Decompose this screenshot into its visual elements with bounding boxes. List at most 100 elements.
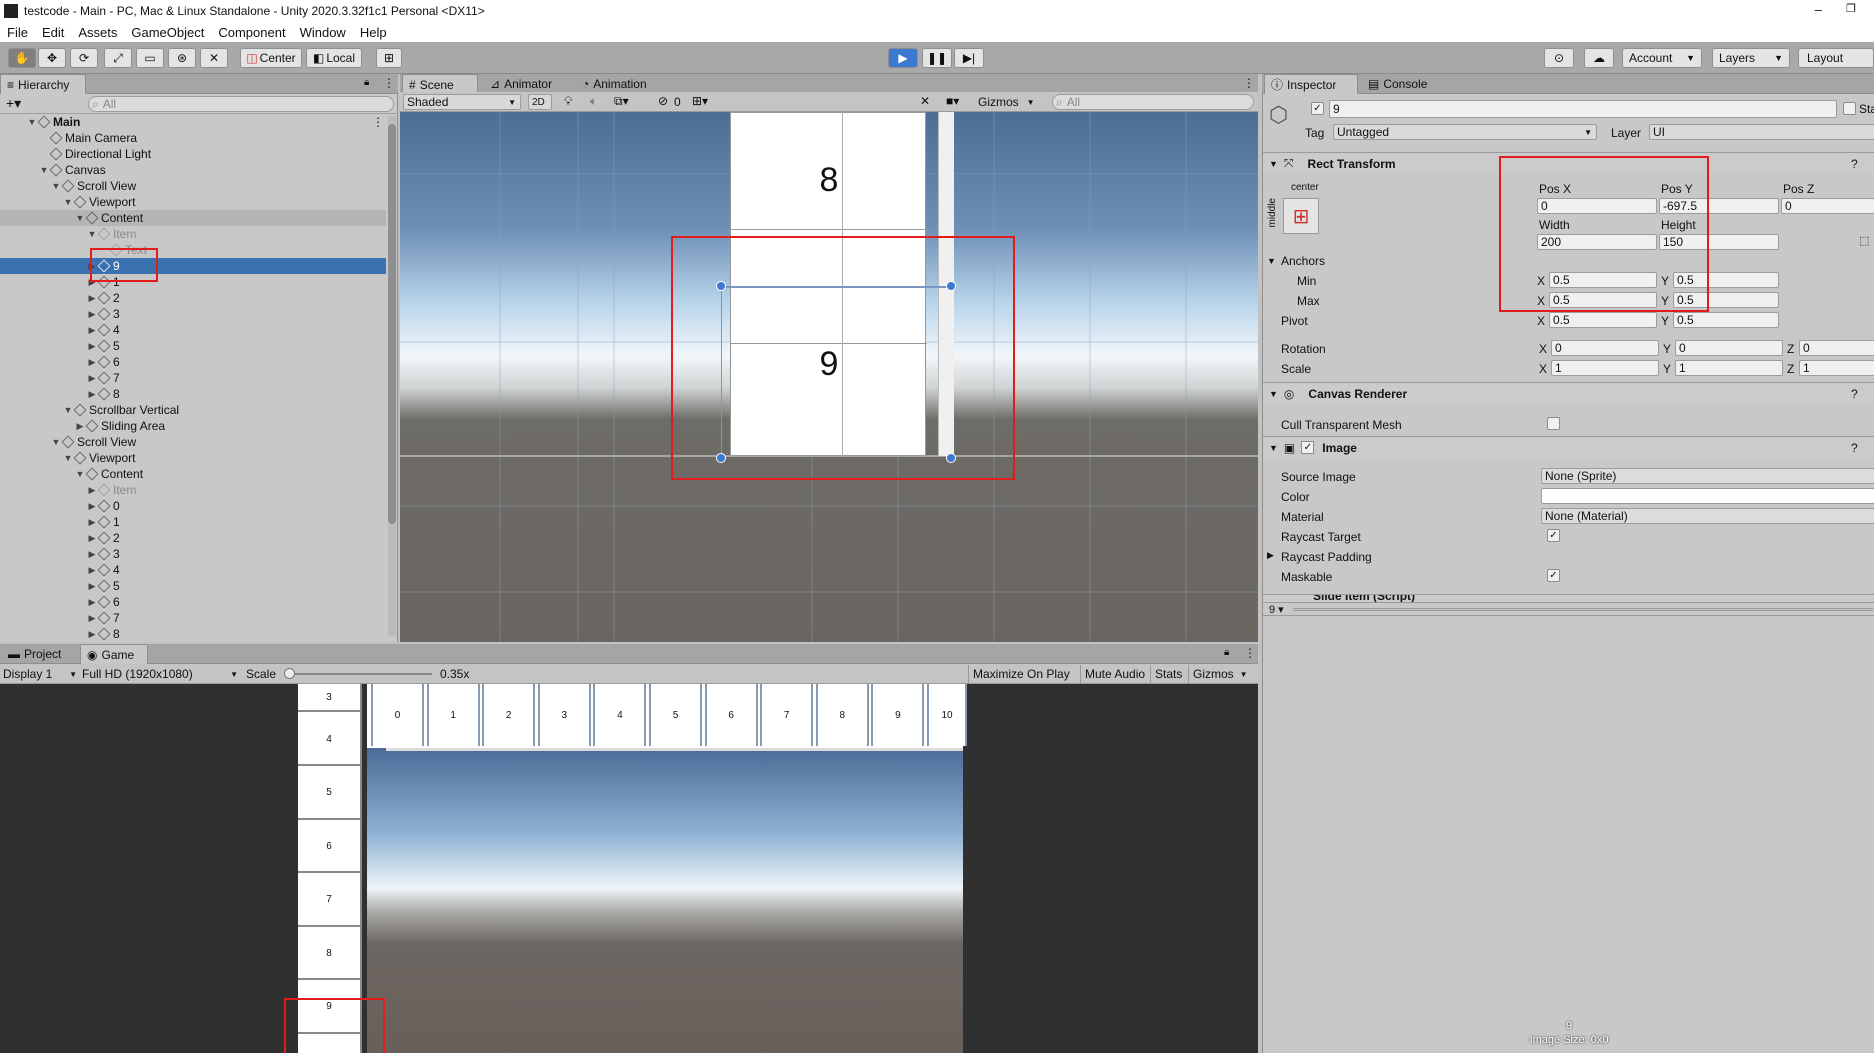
hierarchy-row[interactable]: ▶ 1 (0, 274, 386, 290)
display-dropdown[interactable]: Display 1 ▼ (3, 666, 77, 682)
tab-hierarchy[interactable]: ≡ Hierarchy (0, 74, 86, 94)
foldout-arrow-icon[interactable]: ▼ (50, 181, 62, 191)
custom-tool-icon[interactable]: ✕ (200, 48, 228, 68)
hierarchy-row[interactable]: ▶ 3 (0, 306, 386, 322)
foldout-arrow-icon[interactable]: ▶ (86, 293, 98, 304)
foldout-arrow-icon[interactable]: ▼ (74, 213, 86, 223)
image-enabled-checkbox[interactable]: ✓ (1301, 441, 1315, 454)
hierarchy-row[interactable]: Text (0, 242, 386, 258)
foldout-arrow-icon[interactable]: ▶ (86, 373, 98, 384)
scale-y-field[interactable]: 1 (1675, 360, 1783, 376)
hierarchy-row[interactable]: ▶ 0 (0, 498, 386, 514)
static-checkbox[interactable] (1843, 102, 1856, 115)
resolution-dropdown[interactable]: Full HD (1920x1080) ▼ (82, 666, 238, 682)
rotation-x-field[interactable]: 0 (1551, 340, 1659, 356)
help-icon[interactable]: ? (1851, 387, 1858, 401)
help-icon[interactable]: ? (1851, 441, 1858, 455)
cloud-icon[interactable]: ☁ (1584, 48, 1614, 68)
transform-tool-icon[interactable]: ⊛ (168, 48, 196, 68)
blueprint-mode-icon[interactable]: ⬚ (1859, 234, 1869, 247)
foldout-arrow-icon[interactable]: ▶ (1267, 550, 1274, 561)
rotation-z-field[interactable]: 0 (1799, 340, 1874, 356)
tab-console[interactable]: ▤ Console (1362, 74, 1433, 94)
foldout-arrow-icon[interactable]: ▶ (86, 613, 98, 624)
hierarchy-scrollbar[interactable] (388, 116, 396, 636)
add-icon[interactable]: +▾ (6, 95, 21, 112)
layers-dropdown[interactable]: Layers ▼ (1712, 48, 1790, 68)
hierarchy-row[interactable]: ▼ Scroll View (0, 434, 386, 450)
lock-icon[interactable]: 🔒︎ (364, 77, 369, 88)
foldout-arrow-icon[interactable]: ▼ (50, 437, 62, 447)
visibility-icon[interactable]: ⊘ (658, 94, 668, 108)
light-bulb-icon[interactable]: 💡︎ (564, 94, 572, 109)
foldout-arrow-icon[interactable]: ▶ (86, 517, 98, 528)
foldout-arrow-icon[interactable]: ▼ (26, 117, 38, 127)
hierarchy-row[interactable]: ▶ 7 (0, 370, 386, 386)
game-gizmos-dropdown[interactable]: Gizmos ▼ (1188, 665, 1252, 683)
kebab-menu-icon[interactable]: ⋮ (383, 76, 395, 90)
hierarchy-row[interactable]: ▶ 3 (0, 546, 386, 562)
tag-dropdown[interactable]: Untagged ▼ (1333, 124, 1597, 140)
hierarchy-row[interactable]: ▼ Content (0, 210, 386, 226)
foldout-arrow-icon[interactable]: ▶ (86, 389, 98, 400)
play-button[interactable]: ▶ (888, 48, 918, 68)
cull-transparent-checkbox[interactable] (1547, 417, 1560, 430)
rect-tool-icon[interactable]: ▭ (136, 48, 164, 68)
audio-icon[interactable]: 🔈︎ (590, 94, 597, 109)
scale-slider-thumb[interactable] (284, 668, 295, 679)
tab-inspector[interactable]: ⓘ Inspector (1264, 74, 1358, 94)
scale-tool-icon[interactable]: ⤢ (104, 48, 132, 68)
kebab-menu-icon[interactable]: ⋮ (372, 115, 384, 129)
menu-help[interactable]: Help (353, 25, 394, 40)
posz-field[interactable]: 0 (1781, 198, 1874, 214)
slide-item-header[interactable]: Slide Item (Script) (1263, 594, 1874, 602)
foldout-arrow-icon[interactable]: ▼ (62, 453, 74, 463)
game-view[interactable]: 0 1 2 3 4 5 6 7 8 9 10 3456789 (0, 684, 1258, 1053)
hierarchy-row[interactable]: ▶ 1 (0, 514, 386, 530)
hierarchy-row[interactable]: ▶ 4 (0, 562, 386, 578)
foldout-arrow-icon[interactable]: ▶ (86, 597, 98, 608)
hierarchy-row[interactable]: Directional Light (0, 146, 386, 162)
material-field[interactable]: None (Material) (1541, 508, 1874, 524)
scene-search-input[interactable]: ⌕ All (1052, 94, 1254, 110)
menu-file[interactable]: File (0, 25, 35, 40)
hierarchy-row[interactable]: ▶ 5 (0, 338, 386, 354)
pause-button[interactable]: ❚❚ (922, 48, 952, 68)
collab-icon[interactable]: ⊙ (1544, 48, 1574, 68)
hierarchy-search-input[interactable]: ⌕ All (88, 96, 394, 112)
foldout-arrow-icon[interactable]: ▶ (86, 485, 98, 496)
raycast-target-checkbox[interactable]: ✓ (1547, 529, 1560, 542)
hierarchy-row[interactable]: ▶ 5 (0, 578, 386, 594)
layer-dropdown[interactable]: UI (1649, 124, 1874, 140)
effects-icon[interactable]: ⧉▾ (614, 94, 629, 109)
hierarchy-row[interactable]: ▶ 4 (0, 322, 386, 338)
camera-icon[interactable]: ■▾ (946, 94, 959, 108)
pivot-local-button[interactable]: ◧ Local (306, 48, 362, 68)
restore-button[interactable]: ❐ (1846, 2, 1856, 15)
anchor-preset-button[interactable]: ⊞ (1283, 198, 1319, 234)
lock-icon[interactable]: 🔒︎ (1224, 647, 1229, 658)
hierarchy-row[interactable]: ▶ 2 (0, 530, 386, 546)
hierarchy-row[interactable]: ▼ Content (0, 466, 386, 482)
scale-x-field[interactable]: 1 (1551, 360, 1659, 376)
rotation-y-field[interactable]: 0 (1675, 340, 1783, 356)
scene-view[interactable]: 8 9 (400, 112, 1258, 642)
pivot-center-button[interactable]: ◫ Center (240, 48, 302, 68)
hierarchy-row[interactable]: ▼ Viewport (0, 194, 386, 210)
hierarchy-row[interactable]: ▶ 7 (0, 610, 386, 626)
foldout-arrow-icon[interactable]: ▼ (38, 165, 50, 175)
canvas-renderer-header[interactable]: ▼ ◎ Canvas Renderer ? (1263, 382, 1874, 404)
layout-dropdown[interactable]: Layout (1798, 48, 1874, 68)
foldout-arrow-icon[interactable]: ▶ (86, 549, 98, 560)
hierarchy-row[interactable]: ▶ Sliding Area (0, 418, 386, 434)
hierarchy-row[interactable]: ▼ Canvas (0, 162, 386, 178)
menu-gameobject[interactable]: GameObject (124, 25, 211, 40)
foldout-arrow-icon[interactable]: ▼ (1267, 256, 1276, 266)
foldout-arrow-icon[interactable]: ▶ (86, 581, 98, 592)
kebab-menu-icon[interactable]: ⋮ (1243, 76, 1255, 90)
hierarchy-scroll-thumb[interactable] (388, 124, 396, 524)
tab-animator[interactable]: ⊿ Animator (484, 74, 558, 94)
foldout-arrow-icon[interactable]: ▶ (86, 309, 98, 320)
kebab-menu-icon[interactable]: ⋮ (1244, 646, 1256, 660)
hierarchy-row[interactable]: ▼ Viewport (0, 450, 386, 466)
